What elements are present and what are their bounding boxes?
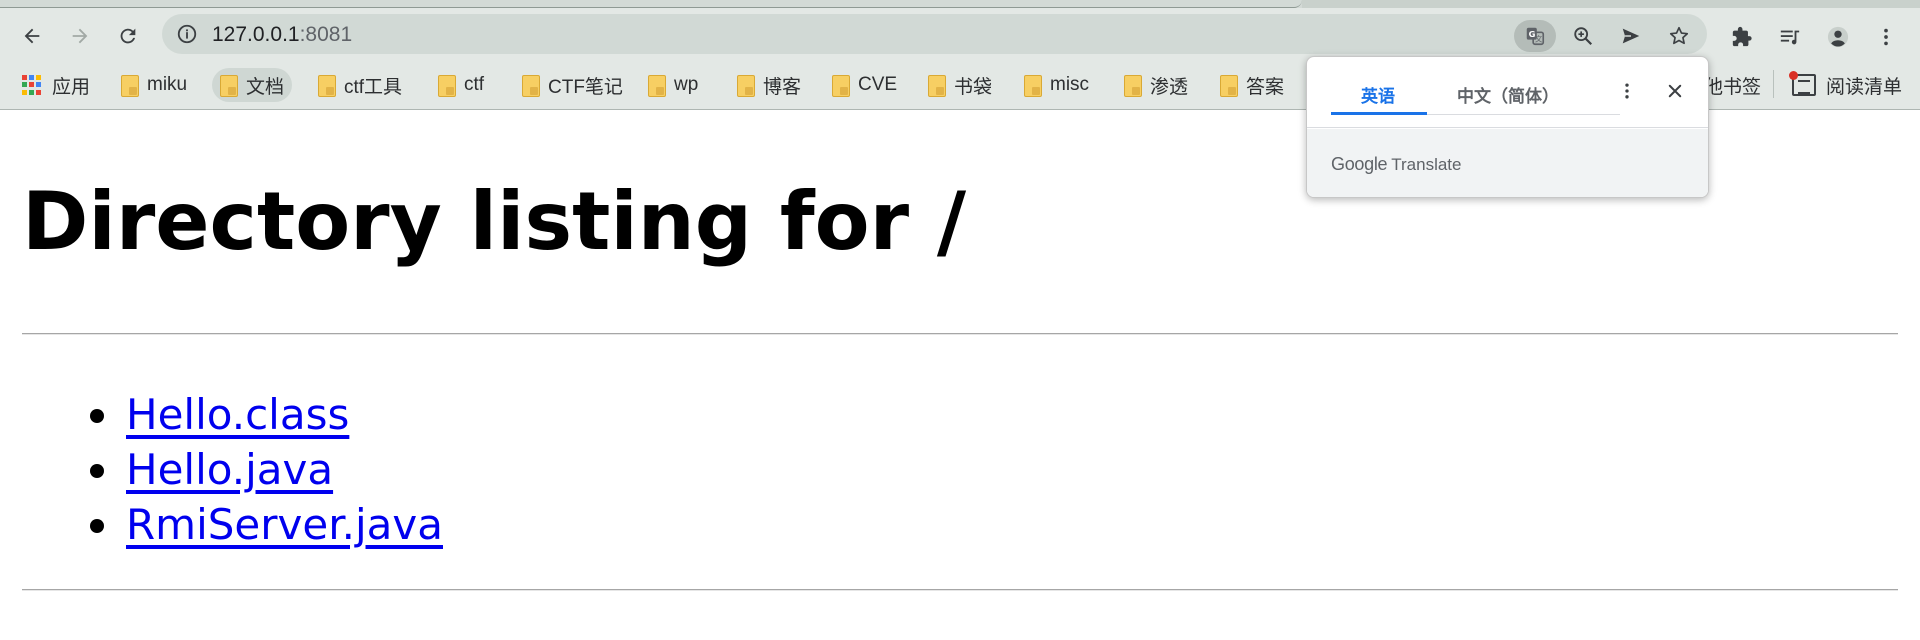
- reading-list-label: 阅读清单: [1826, 76, 1903, 98]
- language-tabs: 英语 中文（简体）: [1307, 57, 1708, 128]
- bookmark-apps[interactable]: 应用: [14, 68, 98, 102]
- bookmark-label: miku: [147, 74, 188, 95]
- bookmark-folder-misc[interactable]: misc: [1016, 68, 1097, 102]
- bookmark-folder-cve[interactable]: CVE: [824, 68, 905, 102]
- translate-icon: G文: [1526, 27, 1545, 46]
- reload-button[interactable]: [112, 20, 144, 52]
- url-text[interactable]: 127.0.0.1:8081: [212, 23, 352, 47]
- bookmark-star-button[interactable]: [1658, 20, 1700, 52]
- bookmark-folder-blog[interactable]: 博客: [729, 68, 809, 102]
- browser-menu-button[interactable]: [1870, 21, 1902, 53]
- top-divider: [22, 333, 1898, 335]
- active-tab-indicator: [1331, 112, 1427, 115]
- reload-icon: [120, 28, 136, 44]
- folder-icon: [1024, 75, 1042, 97]
- folder-icon: [1124, 75, 1142, 97]
- folder-icon: [737, 75, 755, 97]
- kebab-menu-icon: [1884, 28, 1888, 46]
- bookmark-folder-bookbag[interactable]: 书袋: [920, 68, 1000, 102]
- bookmark-folder-ctf-tools[interactable]: ctf工具: [310, 68, 410, 102]
- folder-icon: [318, 75, 336, 97]
- forward-button[interactable]: [64, 20, 96, 52]
- bookmark-label: 渗透: [1150, 76, 1189, 98]
- bookmark-label: 书袋: [954, 76, 993, 98]
- info-icon[interactable]: [176, 23, 198, 45]
- translate-options-button[interactable]: [1613, 77, 1641, 105]
- forward-arrow-icon: [72, 28, 88, 44]
- bookmark-label: misc: [1050, 74, 1090, 95]
- file-link[interactable]: Hello.class: [126, 387, 349, 442]
- file-link[interactable]: Hello.java: [126, 442, 333, 497]
- brand-translate: Translate: [1391, 155, 1462, 174]
- url-port: :8081: [299, 23, 353, 46]
- notification-dot: [1789, 71, 1798, 80]
- bookmark-folder-pentest[interactable]: 渗透: [1116, 68, 1196, 102]
- folder-icon: [648, 75, 666, 97]
- bookmark-label: 文档: [246, 76, 285, 98]
- send-to-device-button[interactable]: [1610, 20, 1652, 52]
- folder-icon: [522, 75, 540, 97]
- bookmarks-separator: [1773, 70, 1774, 98]
- google-translate-logo: Google Translate: [1331, 154, 1461, 175]
- bookmark-folder-wp[interactable]: wp: [640, 68, 706, 102]
- bookmark-folder-docs[interactable]: 文档: [212, 68, 293, 102]
- back-button[interactable]: [16, 20, 48, 52]
- bookmark-label: ctf工具: [344, 76, 403, 98]
- browser-toolbar: 127.0.0.1:8081 G文: [0, 8, 1920, 60]
- zoom-button[interactable]: [1562, 20, 1604, 52]
- back-arrow-icon: [24, 28, 40, 44]
- bookmark-folder-answers[interactable]: 答案: [1212, 68, 1292, 102]
- close-icon: [1668, 84, 1682, 98]
- file-link[interactable]: RmiServer.java: [126, 497, 443, 552]
- translate-bubble: 英语 中文（简体） Google Translate: [1306, 56, 1709, 198]
- folder-icon: [928, 75, 946, 97]
- inactive-tab-edge[interactable]: [1302, 0, 1920, 8]
- translate-button[interactable]: G文: [1514, 20, 1556, 52]
- translate-close-button[interactable]: [1661, 77, 1689, 105]
- folder-icon: [832, 75, 850, 97]
- puzzle-icon: [1732, 26, 1752, 47]
- media-control-button[interactable]: [1774, 21, 1806, 53]
- apps-grid-icon: [22, 75, 42, 95]
- bookmark-label: CVE: [858, 74, 898, 95]
- profile-button[interactable]: [1822, 21, 1854, 53]
- folder-icon: [1220, 75, 1238, 97]
- page-title: Directory listing for /: [22, 175, 967, 268]
- reading-list-icon: [1789, 71, 1816, 96]
- bookmark-label: 应用: [52, 76, 91, 98]
- bullet: [90, 464, 104, 478]
- translate-footer: Google Translate: [1307, 129, 1708, 197]
- profile-icon: [1827, 26, 1849, 48]
- star-icon: [1669, 26, 1689, 45]
- bookmark-label: CTF笔记: [548, 76, 623, 98]
- tab-source-language[interactable]: 英语: [1361, 82, 1395, 107]
- folder-icon: [220, 75, 238, 97]
- brand-google: Google: [1331, 154, 1388, 174]
- bookmark-folder-ctf-notes[interactable]: CTF笔记: [514, 68, 631, 102]
- bookmark-folder-ctf[interactable]: ctf: [430, 68, 492, 102]
- bullet: [90, 409, 104, 423]
- kebab-menu-icon: [1625, 83, 1629, 99]
- folder-icon: [121, 75, 139, 97]
- other-bookmarks-label: 他书签: [1704, 76, 1762, 98]
- send-icon: [1622, 28, 1640, 44]
- url-host: 127.0.0.1: [212, 23, 300, 46]
- active-tab-edge[interactable]: [0, 0, 1302, 8]
- bullet: [90, 519, 104, 533]
- zoom-in-icon: [1574, 27, 1593, 46]
- tab-target-language[interactable]: 中文（简体）: [1457, 82, 1559, 107]
- reading-list-button[interactable]: 阅读清单: [1784, 68, 1910, 102]
- folder-icon: [438, 75, 456, 97]
- bookmark-label: wp: [674, 74, 699, 95]
- bookmark-label: 博客: [763, 76, 802, 98]
- svg-text:文: 文: [1535, 35, 1543, 44]
- bookmark-label: ctf: [464, 74, 485, 95]
- bookmark-label: 答案: [1246, 76, 1285, 98]
- address-bar[interactable]: 127.0.0.1:8081 G文: [162, 14, 1707, 54]
- extensions-button[interactable]: [1726, 21, 1758, 53]
- bookmark-folder-miku[interactable]: miku: [113, 68, 195, 102]
- bottom-divider: [22, 589, 1898, 591]
- media-queue-icon: [1780, 30, 1800, 45]
